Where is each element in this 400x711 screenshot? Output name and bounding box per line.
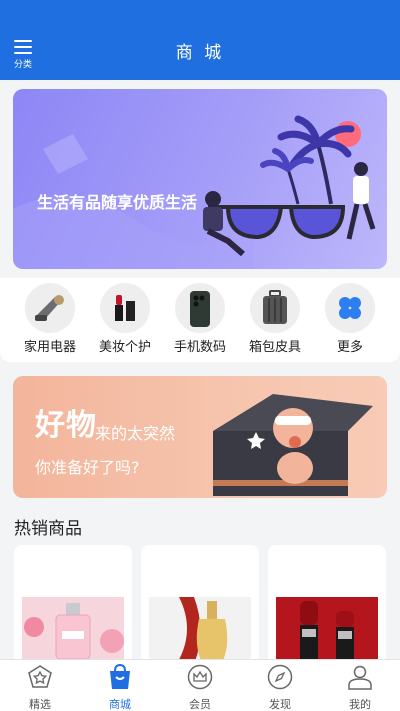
tab-featured[interactable]: 精选	[10, 664, 70, 711]
product-card[interactable]	[268, 545, 386, 675]
category-panel: 家用电器 美妆个护 手机数码 箱包皮具 更多	[0, 278, 400, 362]
promo-question: 你准备好了吗?	[35, 458, 140, 477]
bag-icon	[110, 663, 130, 689]
banner-slogan: 生活有品随享优质生活	[37, 193, 198, 212]
tab-discover[interactable]: 发现	[250, 664, 310, 711]
promo-banner[interactable]: 好物 来的太突然 你准备好了吗?	[13, 376, 387, 498]
tab-mall[interactable]: 商城	[90, 663, 150, 711]
promo-headline: 好物	[35, 408, 97, 443]
tab-label: 精选	[29, 698, 51, 711]
crown-icon	[187, 664, 213, 690]
vacuum-icon	[25, 283, 75, 333]
category-home-appliances[interactable]: 家用电器	[16, 283, 84, 355]
star-icon	[28, 665, 52, 688]
tab-label: 会员	[189, 698, 211, 711]
hero-banner[interactable]: 生活有品随享优质生活	[13, 89, 387, 269]
tab-label: 我的	[349, 698, 371, 711]
phone-icon	[175, 283, 225, 333]
tab-label: 商城	[109, 698, 131, 711]
banner-illustration	[13, 115, 376, 269]
category-label: 箱包皮具	[248, 340, 301, 355]
user-icon	[348, 665, 372, 690]
product-card[interactable]	[14, 545, 132, 675]
category-label: 家用电器	[23, 340, 76, 355]
category-luggage[interactable]: 箱包皮具	[241, 283, 309, 355]
suitcase-icon	[250, 283, 300, 333]
category-more[interactable]: 更多	[316, 283, 384, 355]
category-label: 美妆个护	[98, 340, 151, 355]
clover-icon	[325, 283, 375, 333]
compass-icon	[267, 664, 293, 690]
tab-member[interactable]: 会员	[170, 664, 230, 711]
category-digital[interactable]: 手机数码	[166, 283, 234, 355]
hot-products-title: 热销商品	[14, 519, 82, 539]
category-label: 手机数码	[173, 340, 226, 355]
page-title: 商 城	[175, 43, 225, 63]
bottom-tab-bar: 精选 商城 会员 发现 我的	[0, 659, 400, 711]
category-label: 更多	[336, 340, 363, 355]
promo-subline: 来的太突然	[95, 424, 176, 443]
product-card[interactable]	[141, 545, 259, 675]
tab-label: 发现	[269, 698, 291, 711]
app-header: 分类 商 城	[0, 0, 400, 80]
tab-mine[interactable]: 我的	[330, 664, 390, 711]
category-beauty[interactable]: 美妆个护	[91, 283, 159, 355]
lipstick-icon	[100, 283, 150, 333]
